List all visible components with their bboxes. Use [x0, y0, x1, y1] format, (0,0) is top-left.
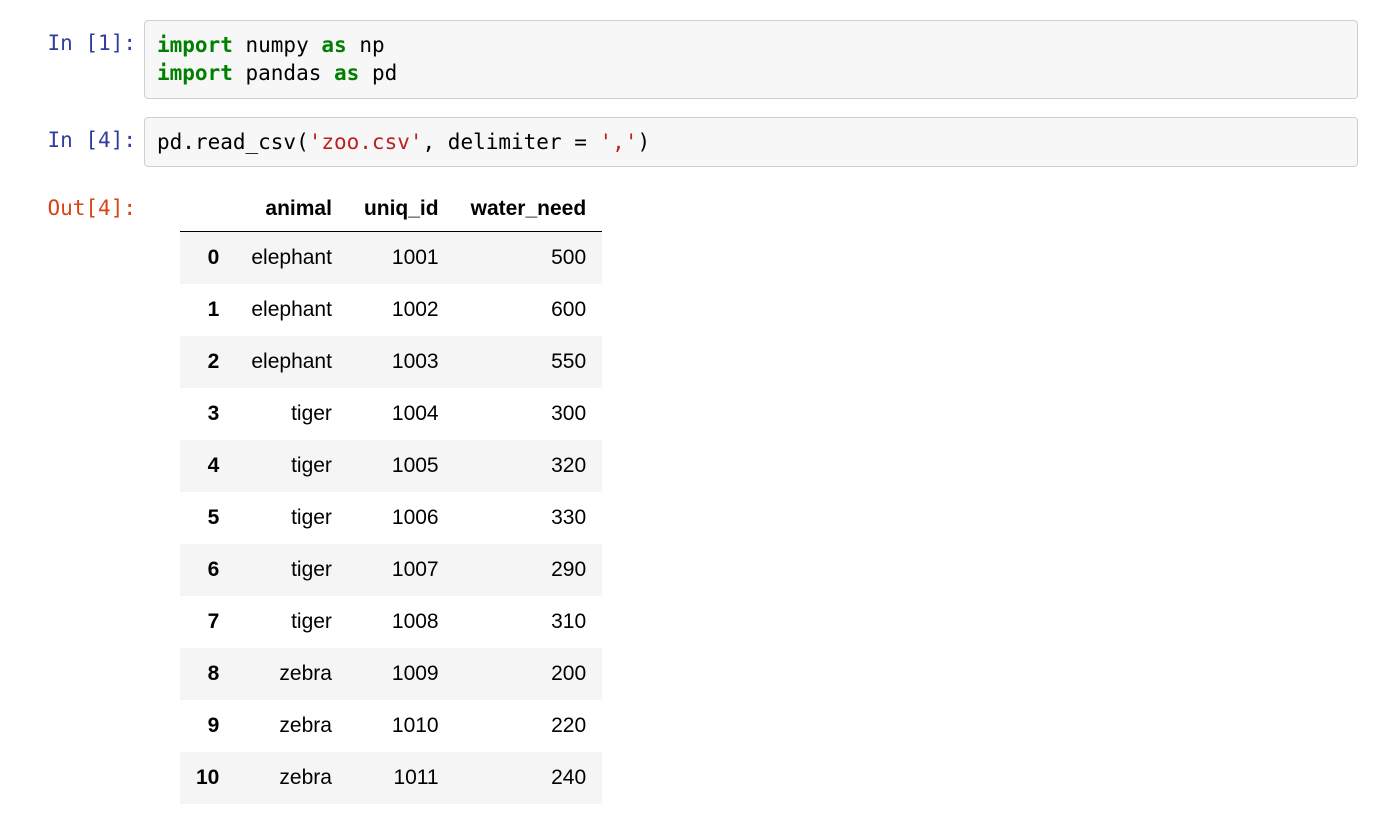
code-token: numpy: [233, 33, 322, 57]
code-cell[interactable]: In [1]: import numpy as np import pandas…: [16, 20, 1358, 99]
cell-uniq_id: 1008: [348, 596, 455, 648]
cell-uniq_id: 1011: [348, 752, 455, 804]
cell-water_need: 500: [455, 232, 603, 285]
cell-uniq_id: 1001: [348, 232, 455, 285]
cell-animal: tiger: [235, 388, 348, 440]
table-header-row: animal uniq_id water_need: [180, 187, 602, 232]
column-header: water_need: [455, 187, 603, 232]
code-input[interactable]: pd.read_csv('zoo.csv', delimiter = ','): [144, 117, 1358, 167]
cell-uniq_id: 1005: [348, 440, 455, 492]
table-row: 10zebra1011240: [180, 752, 602, 804]
code-token: 'zoo.csv': [309, 130, 423, 154]
code-token: pd.read_csv(: [157, 130, 309, 154]
table-row: 4tiger1005320: [180, 440, 602, 492]
cell-animal: tiger: [235, 440, 348, 492]
row-index: 3: [180, 388, 235, 440]
cell-animal: elephant: [235, 336, 348, 388]
cell-water_need: 600: [455, 284, 603, 336]
cell-animal: zebra: [235, 752, 348, 804]
cell-animal: tiger: [235, 596, 348, 648]
cell-water_need: 300: [455, 388, 603, 440]
row-index: 8: [180, 648, 235, 700]
row-index: 0: [180, 232, 235, 285]
cell-animal: elephant: [235, 232, 348, 285]
table-row: 1elephant1002600: [180, 284, 602, 336]
cell-water_need: 220: [455, 700, 603, 752]
column-header: uniq_id: [348, 187, 455, 232]
cell-uniq_id: 1007: [348, 544, 455, 596]
table-row: 0elephant1001500: [180, 232, 602, 285]
code-token: as: [334, 61, 359, 85]
cell-uniq_id: 1006: [348, 492, 455, 544]
cell-water_need: 290: [455, 544, 603, 596]
row-index: 4: [180, 440, 235, 492]
cell-water_need: 320: [455, 440, 603, 492]
cell-water_need: 240: [455, 752, 603, 804]
cell-animal: zebra: [235, 700, 348, 752]
notebook: In [1]: import numpy as np import pandas…: [0, 0, 1374, 804]
cell-uniq_id: 1003: [348, 336, 455, 388]
code-token: import: [157, 33, 233, 57]
code-token: import: [157, 61, 233, 85]
row-index: 5: [180, 492, 235, 544]
code-token: pd: [359, 61, 397, 85]
code-token: pandas: [233, 61, 334, 85]
table-row: 8zebra1009200: [180, 648, 602, 700]
table-row: 3tiger1004300: [180, 388, 602, 440]
table-row: 9zebra1010220: [180, 700, 602, 752]
row-index: 7: [180, 596, 235, 648]
cell-uniq_id: 1010: [348, 700, 455, 752]
input-prompt: In [4]:: [16, 117, 144, 154]
code-token: np: [347, 33, 385, 57]
cell-water_need: 330: [455, 492, 603, 544]
cell-animal: tiger: [235, 492, 348, 544]
column-header: animal: [235, 187, 348, 232]
code-cell[interactable]: In [4]: pd.read_csv('zoo.csv', delimiter…: [16, 117, 1358, 167]
code-token: , delimiter =: [423, 130, 600, 154]
row-index: 1: [180, 284, 235, 336]
table-row: 7tiger1008310: [180, 596, 602, 648]
output-prompt: Out[4]:: [16, 185, 144, 222]
cell-water_need: 550: [455, 336, 603, 388]
row-index: 9: [180, 700, 235, 752]
table-row: 6tiger1007290: [180, 544, 602, 596]
cell-uniq_id: 1004: [348, 388, 455, 440]
output-cell: Out[4]: animal uniq_id water_need 0eleph…: [16, 185, 1358, 804]
cell-water_need: 200: [455, 648, 603, 700]
cell-animal: elephant: [235, 284, 348, 336]
row-index: 6: [180, 544, 235, 596]
dataframe-table: animal uniq_id water_need 0elephant10015…: [180, 187, 602, 804]
cell-uniq_id: 1002: [348, 284, 455, 336]
code-token: ): [637, 130, 650, 154]
table-row: 2elephant1003550: [180, 336, 602, 388]
code-token: ',': [600, 130, 638, 154]
table-row: 5tiger1006330: [180, 492, 602, 544]
output-area: animal uniq_id water_need 0elephant10015…: [144, 185, 1358, 804]
row-index: 2: [180, 336, 235, 388]
cell-animal: zebra: [235, 648, 348, 700]
code-input[interactable]: import numpy as np import pandas as pd: [144, 20, 1358, 99]
cell-uniq_id: 1009: [348, 648, 455, 700]
cell-water_need: 310: [455, 596, 603, 648]
code-token: as: [321, 33, 346, 57]
cell-animal: tiger: [235, 544, 348, 596]
index-header: [180, 187, 235, 232]
row-index: 10: [180, 752, 235, 804]
input-prompt: In [1]:: [16, 20, 144, 57]
